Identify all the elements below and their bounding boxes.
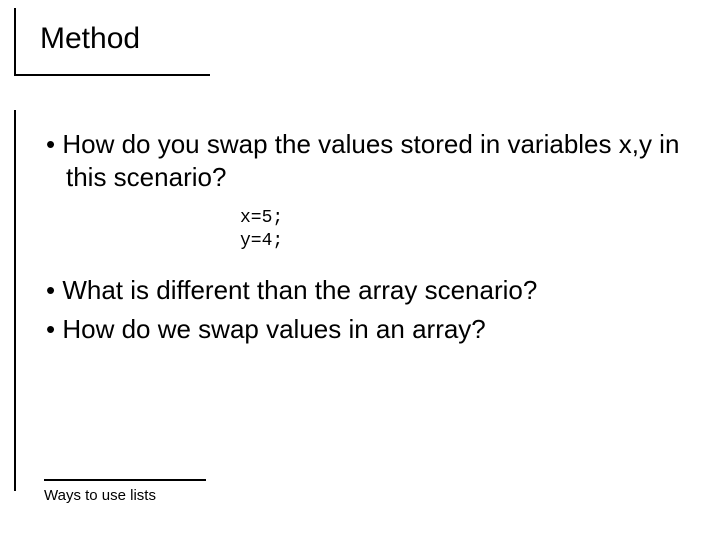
bullet-item: What is different than the array scenari…	[40, 274, 694, 307]
code-block: x=5; y=4;	[240, 207, 694, 252]
slide-title: Method	[40, 22, 140, 56]
bullet-item: How do you swap the values stored in var…	[40, 128, 694, 193]
body-box: How do you swap the values stored in var…	[14, 110, 694, 491]
bullet-item: How do we swap values in an array?	[40, 313, 694, 346]
title-box: Method	[14, 8, 210, 76]
footer-box: Ways to use lists	[44, 479, 206, 504]
footer-text: Ways to use lists	[44, 487, 156, 504]
